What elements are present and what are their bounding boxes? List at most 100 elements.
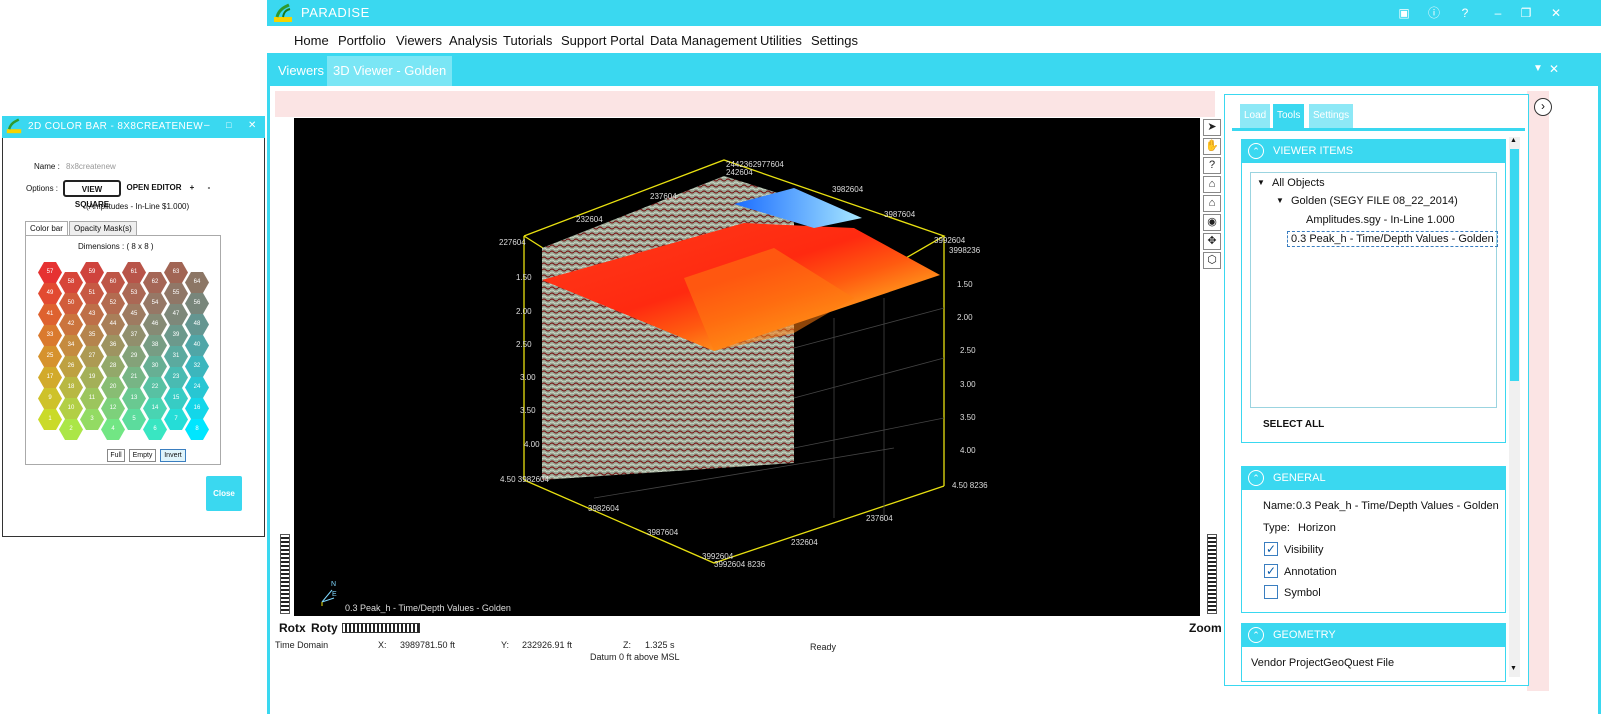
- menu-data-management[interactable]: Data Management: [650, 33, 757, 48]
- tab-color-bar[interactable]: Color bar: [25, 221, 68, 236]
- depth-label-right: 1.50: [957, 280, 973, 289]
- tree-all-objects[interactable]: All Objects: [1272, 177, 1325, 189]
- depth-label-left: 2.50: [516, 340, 532, 349]
- zoom-label: Zoom: [1189, 621, 1222, 635]
- select-all-button[interactable]: SELECT ALL: [1263, 419, 1324, 430]
- pan-hand-icon[interactable]: ✋: [1203, 138, 1221, 155]
- plus-button[interactable]: +: [185, 180, 199, 197]
- chevron-up-icon[interactable]: ⌃: [1248, 470, 1264, 486]
- expand-arrow-icon[interactable]: ▼: [1276, 196, 1284, 205]
- dialog-title: 2D COLOR BAR - 8X8CREATENEW: [28, 121, 204, 132]
- tab-settings[interactable]: Settings: [1309, 104, 1354, 128]
- visibility-checkbox[interactable]: ✓: [1264, 542, 1278, 556]
- minimize-icon[interactable]: –: [204, 120, 210, 131]
- tab-load[interactable]: Load: [1240, 104, 1271, 128]
- tab-tools[interactable]: Tools: [1273, 104, 1305, 128]
- scroll-up-icon[interactable]: ▲: [1510, 137, 1517, 144]
- dlg-subtitle: (Amplitudes - In-Line $1.000): [86, 202, 190, 211]
- help-icon[interactable]: ?: [1456, 4, 1474, 22]
- axis-label-bottom: 3987604: [647, 528, 679, 537]
- scroll-thumb[interactable]: [1510, 149, 1519, 381]
- expand-arrow-icon[interactable]: ▼: [1257, 178, 1265, 187]
- general-header[interactable]: ⌃ GENERAL: [1241, 466, 1506, 490]
- menu-analysis[interactable]: Analysis: [449, 33, 497, 48]
- restore-icon[interactable]: ❐: [1517, 4, 1535, 22]
- axis-label-bottom: 232604: [791, 538, 818, 547]
- app-title: PARADISE: [301, 5, 370, 20]
- close-icon[interactable]: ✕: [1547, 4, 1565, 22]
- empty-button[interactable]: Empty: [129, 449, 156, 462]
- status-z-label: Z:: [623, 640, 631, 650]
- restore-icon[interactable]: □: [226, 120, 231, 130]
- camera-icon[interactable]: ▣: [1395, 4, 1413, 22]
- menu-support-portal[interactable]: Support Portal: [561, 33, 644, 48]
- axis-label-top: 237604: [650, 192, 677, 201]
- panel-collapse-icon[interactable]: ›: [1534, 98, 1552, 116]
- depth-label-left: 1.50: [516, 273, 532, 282]
- compass-n: N: [331, 581, 337, 588]
- menu-viewers[interactable]: Viewers: [396, 33, 442, 48]
- tab-opacity-masks[interactable]: Opacity Mask(s): [69, 221, 137, 236]
- status-z-value: 1.325 s: [645, 640, 675, 650]
- tree-amplitudes[interactable]: Amplitudes.sgy - In-Line 1.000: [1306, 214, 1455, 226]
- viewer-items-header[interactable]: ⌃ VIEWER ITEMS: [1241, 139, 1506, 163]
- depth-label-left: 3.50: [520, 406, 536, 415]
- perspective-icon[interactable]: ⬡: [1203, 252, 1221, 269]
- annotation-label: Annotation: [1284, 566, 1337, 578]
- close-button[interactable]: Close: [206, 476, 242, 511]
- info-icon[interactable]: ⓘ: [1425, 4, 1443, 22]
- menu-settings[interactable]: Settings: [811, 33, 858, 48]
- view-square-button[interactable]: VIEW SQUARE: [63, 180, 121, 209]
- status-bar: Time Domain X: 3989781.50 ft Y: 232926.9…: [275, 638, 1215, 668]
- axis-label-top: 3982604: [832, 185, 864, 194]
- geometry-header[interactable]: ⌃ GEOMETRY: [1241, 623, 1506, 647]
- home-view-icon[interactable]: ⌂: [1203, 176, 1221, 193]
- full-button[interactable]: Full: [107, 449, 125, 462]
- rotation-bar: Rotx Roty Zoom: [275, 620, 1222, 636]
- minus-button[interactable]: -: [202, 180, 216, 197]
- viewer-items-title: VIEWER ITEMS: [1273, 145, 1354, 157]
- symbol-checkbox[interactable]: [1264, 585, 1278, 599]
- symbol-label: Symbol: [1284, 587, 1321, 599]
- viewer-header-band: [275, 91, 1215, 117]
- scroll-down-icon[interactable]: ▼: [1510, 665, 1517, 672]
- rotx-slider[interactable]: [280, 534, 290, 614]
- minimize-icon[interactable]: –: [1489, 4, 1507, 22]
- chevron-up-icon[interactable]: ⌃: [1248, 143, 1264, 159]
- status-state: Ready: [810, 642, 837, 652]
- view-all-icon[interactable]: ◉: [1203, 214, 1221, 231]
- axis-label-top: 242604: [726, 168, 753, 177]
- menu-home[interactable]: Home: [294, 33, 329, 48]
- status-y-value: 232926.91 ft: [522, 640, 573, 650]
- status-datum: Datum 0 ft above MSL: [590, 652, 680, 662]
- menu-utilities[interactable]: Utilities: [760, 33, 802, 48]
- chevron-up-icon[interactable]: ⌃: [1248, 627, 1264, 643]
- tab-3d-viewer-golden[interactable]: 3D Viewer - Golden: [327, 56, 453, 86]
- depth-label-right: 2.50: [960, 346, 976, 355]
- menu-tutorials[interactable]: Tutorials: [503, 33, 552, 48]
- panel-scrollbar[interactable]: ▲ ▼: [1509, 137, 1520, 677]
- roty-wheel[interactable]: [342, 623, 420, 633]
- menu-portfolio[interactable]: Portfolio: [338, 33, 386, 48]
- axis-label-top: 3992604: [934, 236, 966, 245]
- title-bar: PARADISE ▣ ⓘ ? – ❐ ✕: [267, 0, 1601, 26]
- tab-underline: [1232, 128, 1525, 131]
- depth-label-right: 3.00: [960, 380, 976, 389]
- set-home-icon[interactable]: ⌂: [1203, 195, 1221, 212]
- dlg-name-value[interactable]: 8x8createnew: [66, 162, 116, 171]
- tab-close-icon[interactable]: ✕: [1549, 62, 1559, 76]
- open-editor-button[interactable]: OPEN EDITOR: [126, 180, 182, 197]
- annotation-checkbox[interactable]: ✓: [1264, 564, 1278, 578]
- viewer-canvas[interactable]: 2442362977604 242604 237604 232604 22760…: [294, 118, 1200, 616]
- help-query-icon[interactable]: ?: [1203, 157, 1221, 174]
- select-arrow-icon[interactable]: ➤: [1203, 119, 1221, 136]
- tree-peak-horizon[interactable]: 0.3 Peak_h - Time/Depth Values - Golden: [1287, 231, 1498, 247]
- tab-dropdown-icon[interactable]: ▼: [1533, 63, 1543, 74]
- dialog-title-bar: 2D COLOR BAR - 8X8CREATENEW – □ ✕: [2, 116, 265, 138]
- invert-button[interactable]: Invert: [160, 449, 186, 462]
- seek-icon[interactable]: ✥: [1203, 233, 1221, 250]
- zoom-slider[interactable]: [1207, 534, 1217, 614]
- close-icon[interactable]: ✕: [248, 120, 256, 131]
- tab-viewers[interactable]: Viewers: [272, 56, 330, 86]
- tree-golden[interactable]: Golden (SEGY FILE 08_22_2014): [1291, 195, 1458, 207]
